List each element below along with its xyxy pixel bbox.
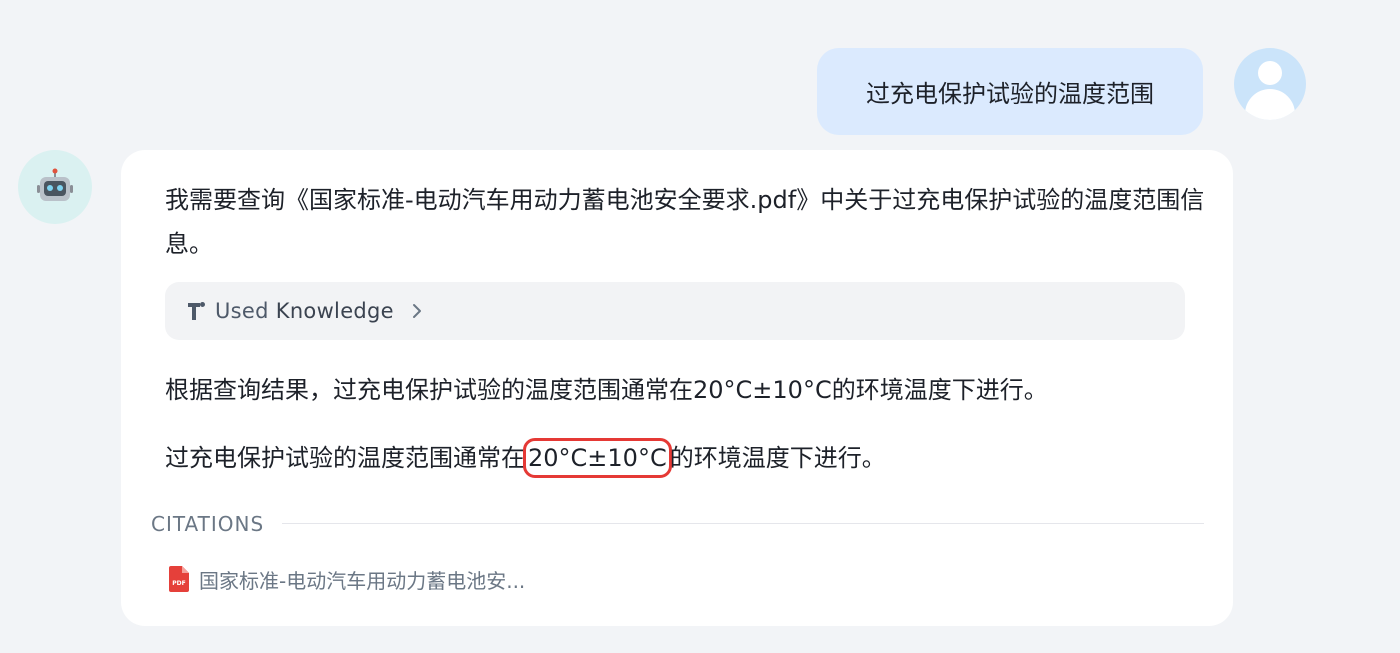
citation-item[interactable]: PDF 国家标准-电动汽车用动力蓄电池安... [151, 554, 591, 604]
chevron-right-icon [412, 304, 421, 318]
temperature-highlight: 20°C±10°C [523, 438, 672, 478]
knowledge-tool-icon [188, 302, 205, 320]
user-avatar-body [1245, 89, 1295, 120]
user-message-bubble: 过充电保护试验的温度范围 [817, 48, 1203, 135]
assistant-answer-line2: 过充电保护试验的温度范围通常在 20°C±10°C 的环境温度下进行。 [165, 436, 886, 480]
assistant-intro-text: 我需要查询《国家标准-电动汽车用动力蓄电池安全要求.pdf》中关于过充电保护试验… [165, 186, 1205, 258]
used-knowledge-toggle[interactable]: Used Knowledge [165, 282, 1185, 340]
user-avatar-head [1258, 61, 1282, 85]
svg-text:PDF: PDF [172, 580, 185, 587]
answer-line2-after: 的环境温度下进行。 [669, 444, 886, 472]
citations-divider [282, 523, 1204, 524]
robot-icon [37, 168, 73, 201]
used-knowledge-label: Used Knowledge [215, 299, 394, 323]
citations-title: CITATIONS [151, 512, 265, 536]
user-message-text: 过充电保护试验的温度范围 [866, 80, 1154, 108]
assistant-message-card: 我需要查询《国家标准-电动汽车用动力蓄电池安全要求.pdf》中关于过充电保护试验… [121, 150, 1233, 626]
pdf-icon: PDF [169, 566, 189, 592]
answer-line2-before: 过充电保护试验的温度范围通常在 [165, 444, 525, 472]
citation-file-name: 国家标准-电动汽车用动力蓄电池安... [199, 568, 526, 593]
user-avatar[interactable] [1234, 48, 1306, 120]
bot-avatar[interactable] [18, 150, 92, 224]
assistant-answer-line1: 根据查询结果，过充电保护试验的温度范围通常在20°C±10°C的环境温度下进行。 [165, 376, 1048, 404]
